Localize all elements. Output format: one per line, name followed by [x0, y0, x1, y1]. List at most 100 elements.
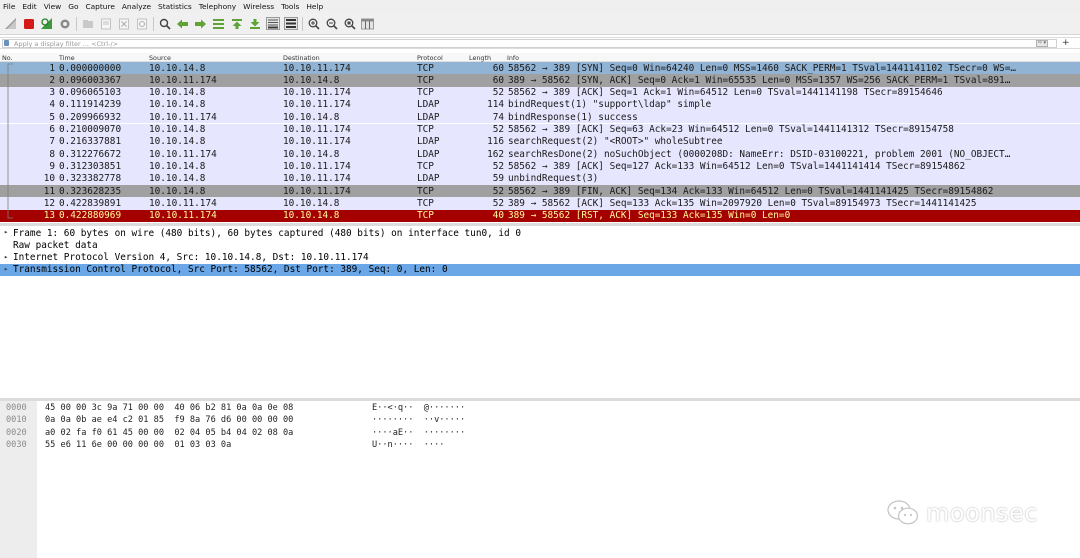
- packet-length: 40: [492, 210, 504, 222]
- packet-row[interactable]: 7 0.216337881 10.10.14.8 10.10.11.174 LDAP 11…: [0, 135, 1080, 149]
- packet-time: 0.422839891: [59, 197, 122, 209]
- packet-length: 60: [492, 62, 504, 74]
- packet-destination: 10.10.14.8: [283, 210, 340, 222]
- packet-row[interactable]: 11 0.323628235 10.10.14.8 10.10.11.174 TCP 52…: [0, 185, 1080, 198]
- hex-bytes[interactable]: a0 02 fa f0 61 45 00 00 02 04 05 b4 04 0…: [45, 428, 293, 438]
- zoom-out-icon[interactable]: [324, 16, 339, 31]
- packet-list: No. Time Source Destination Protocol Len…: [0, 53, 1080, 223]
- detail-row-tcp[interactable]: ▸ Transmission Control Protocol, Src Por…: [0, 263, 1080, 277]
- menu-statistics[interactable]: Statistics: [158, 2, 192, 11]
- packet-source: 10.10.14.8: [149, 87, 206, 99]
- packet-row[interactable]: 6 0.210009070 10.10.14.8 10.10.11.174 TCP 52 5…: [0, 123, 1080, 136]
- first-packet-icon[interactable]: [229, 16, 244, 31]
- column-header-info[interactable]: Info: [507, 54, 519, 62]
- display-filter-input[interactable]: Apply a display filter ... <Ctrl-/>: [2, 39, 1057, 48]
- packet-source: 10.10.11.174: [149, 74, 217, 86]
- save-file-icon[interactable]: [98, 16, 113, 31]
- last-packet-icon[interactable]: [247, 16, 262, 31]
- packet-row[interactable]: 1 0.000000000 10.10.14.8 10.10.11.174 TCP 60 5…: [0, 62, 1080, 75]
- resize-columns-icon[interactable]: [360, 16, 375, 31]
- packet-row[interactable]: 8 0.312276672 10.10.11.174 10.10.14.8 LDAP 16…: [0, 148, 1080, 161]
- toolbar-separator: [302, 16, 303, 31]
- colorize-icon[interactable]: [283, 16, 298, 31]
- byte-offset: 0010: [6, 415, 27, 426]
- zoom-normal-icon[interactable]: [342, 16, 357, 31]
- column-header-length[interactable]: Length: [469, 54, 491, 62]
- capture-options-gear-icon[interactable]: [57, 16, 72, 31]
- packet-row[interactable]: 12 0.422839891 10.10.11.174 10.10.14.8 TCP 52…: [0, 197, 1080, 210]
- packet-info: 58562 → 389 [ACK] Seq=127 Ack=133 Win=64…: [508, 160, 966, 172]
- filter-apply-arrow-icon[interactable]: ⇨ ▾: [1036, 40, 1048, 47]
- packet-time: 0.209966932: [59, 111, 122, 123]
- stop-capture-icon[interactable]: [21, 16, 36, 31]
- menu-go[interactable]: Go: [68, 2, 78, 11]
- packet-info: 389 → 58562 [SYN, ACK] Seq=0 Ack=1 Win=6…: [508, 74, 1011, 86]
- packet-row[interactable]: 5 0.209966932 10.10.11.174 10.10.14.8 LDAP 74…: [0, 111, 1080, 124]
- zoom-in-icon[interactable]: [306, 16, 321, 31]
- packet-protocol: TCP: [417, 124, 434, 135]
- column-header-source[interactable]: Source: [149, 54, 171, 62]
- menu-wireless[interactable]: Wireless: [243, 2, 274, 11]
- expand-triangle-icon[interactable]: ▸: [4, 265, 8, 273]
- filter-bookmark-icon[interactable]: [4, 40, 9, 46]
- packet-row[interactable]: 4 0.111914239 10.10.14.8 10.10.11.174 LDAP 11…: [0, 98, 1080, 112]
- packet-destination: 10.10.11.174: [283, 99, 351, 111]
- close-file-icon[interactable]: [116, 16, 131, 31]
- packet-protocol: TCP: [417, 185, 434, 197]
- packet-time: 0.216337881: [59, 136, 122, 148]
- go-back-arrow-icon[interactable]: [175, 16, 190, 31]
- ascii-bytes[interactable]: E··<·q·· @·······: [372, 403, 465, 413]
- menu-edit[interactable]: Edit: [22, 2, 36, 11]
- column-header-protocol[interactable]: Protocol: [417, 54, 443, 62]
- packet-info: unbindRequest(3): [508, 173, 599, 185]
- packet-row[interactable]: 9 0.312303851 10.10.14.8 10.10.11.174 TCP 52 5…: [0, 160, 1080, 173]
- hex-bytes[interactable]: 45 00 00 3c 9a 71 00 00 40 06 b2 81 0a 0…: [45, 403, 293, 413]
- packet-destination: 10.10.11.174: [283, 62, 351, 74]
- column-header-time[interactable]: Time: [59, 54, 75, 62]
- packet-time: 0.000000000: [59, 62, 122, 74]
- add-filter-button[interactable]: +: [1062, 38, 1070, 48]
- packet-row[interactable]: 2 0.096003367 10.10.11.174 10.10.14.8 TCP 60 3…: [0, 74, 1080, 87]
- expand-triangle-icon[interactable]: ▸: [4, 228, 8, 236]
- expand-triangle-icon[interactable]: ▸: [4, 253, 8, 261]
- go-to-packet-icon[interactable]: [211, 16, 226, 31]
- menu-capture[interactable]: Capture: [85, 2, 114, 11]
- autoscroll-icon[interactable]: [265, 16, 280, 31]
- ascii-bytes[interactable]: ····aE·· ········: [372, 428, 465, 438]
- ascii-bytes[interactable]: ········ ··v·····: [372, 415, 465, 425]
- detail-row-raw[interactable]: Raw packet data: [0, 239, 1080, 251]
- main-toolbar: [0, 13, 1080, 35]
- go-forward-arrow-icon[interactable]: [193, 16, 208, 31]
- ascii-bytes[interactable]: U··n···· ····: [372, 440, 444, 450]
- packet-protocol: LDAP: [417, 136, 440, 148]
- menu-file[interactable]: File: [3, 2, 15, 11]
- menu-bar: File Edit View Go Capture Analyze Statis…: [0, 0, 1080, 13]
- menu-analyze[interactable]: Analyze: [122, 2, 151, 11]
- column-header-destination[interactable]: Destination: [283, 54, 320, 62]
- packet-protocol: LDAP: [417, 173, 440, 185]
- detail-row-frame[interactable]: ▸ Frame 1: 60 bytes on wire (480 bits), …: [0, 227, 1080, 239]
- packet-info: 58562 → 389 [ACK] Seq=1 Ack=1 Win=64512 …: [508, 87, 943, 99]
- hex-bytes[interactable]: 0a 0a 0b ae e4 c2 01 85 f9 8a 76 d6 00 0…: [45, 415, 293, 425]
- packet-source: 10.10.14.8: [149, 185, 206, 197]
- packet-details-pane: ▸ Frame 1: 60 bytes on wire (480 bits), …: [0, 226, 1080, 398]
- packet-length: 52: [492, 185, 504, 197]
- packet-row[interactable]: 13 0.422880969 10.10.11.174 10.10.14.8 TCP 40…: [0, 209, 1080, 222]
- packet-row[interactable]: 10 0.323382778 10.10.14.8 10.10.11.174 LDAP 5…: [0, 172, 1080, 185]
- restart-capture-icon[interactable]: [39, 16, 54, 31]
- menu-view[interactable]: View: [44, 2, 62, 11]
- open-file-icon[interactable]: [80, 16, 95, 31]
- packet-row[interactable]: 3 0.096065103 10.10.14.8 10.10.11.174 TCP 52 5…: [0, 86, 1080, 99]
- reload-file-icon[interactable]: [134, 16, 149, 31]
- hex-bytes[interactable]: 55 e6 11 6e 00 00 00 00 01 03 03 0a: [45, 440, 231, 450]
- packet-protocol: LDAP: [417, 111, 440, 123]
- packet-protocol: LDAP: [417, 148, 440, 160]
- packet-destination: 10.10.11.174: [283, 124, 351, 135]
- menu-telephony[interactable]: Telephony: [199, 2, 236, 11]
- detail-row-ipv4[interactable]: ▸ Internet Protocol Version 4, Src: 10.1…: [0, 252, 1080, 264]
- wechat-logo-icon: [887, 500, 919, 525]
- menu-tools[interactable]: Tools: [281, 2, 299, 11]
- shark-fin-start-icon[interactable]: [3, 16, 18, 31]
- find-packet-icon[interactable]: [157, 16, 172, 31]
- menu-help[interactable]: Help: [306, 2, 323, 11]
